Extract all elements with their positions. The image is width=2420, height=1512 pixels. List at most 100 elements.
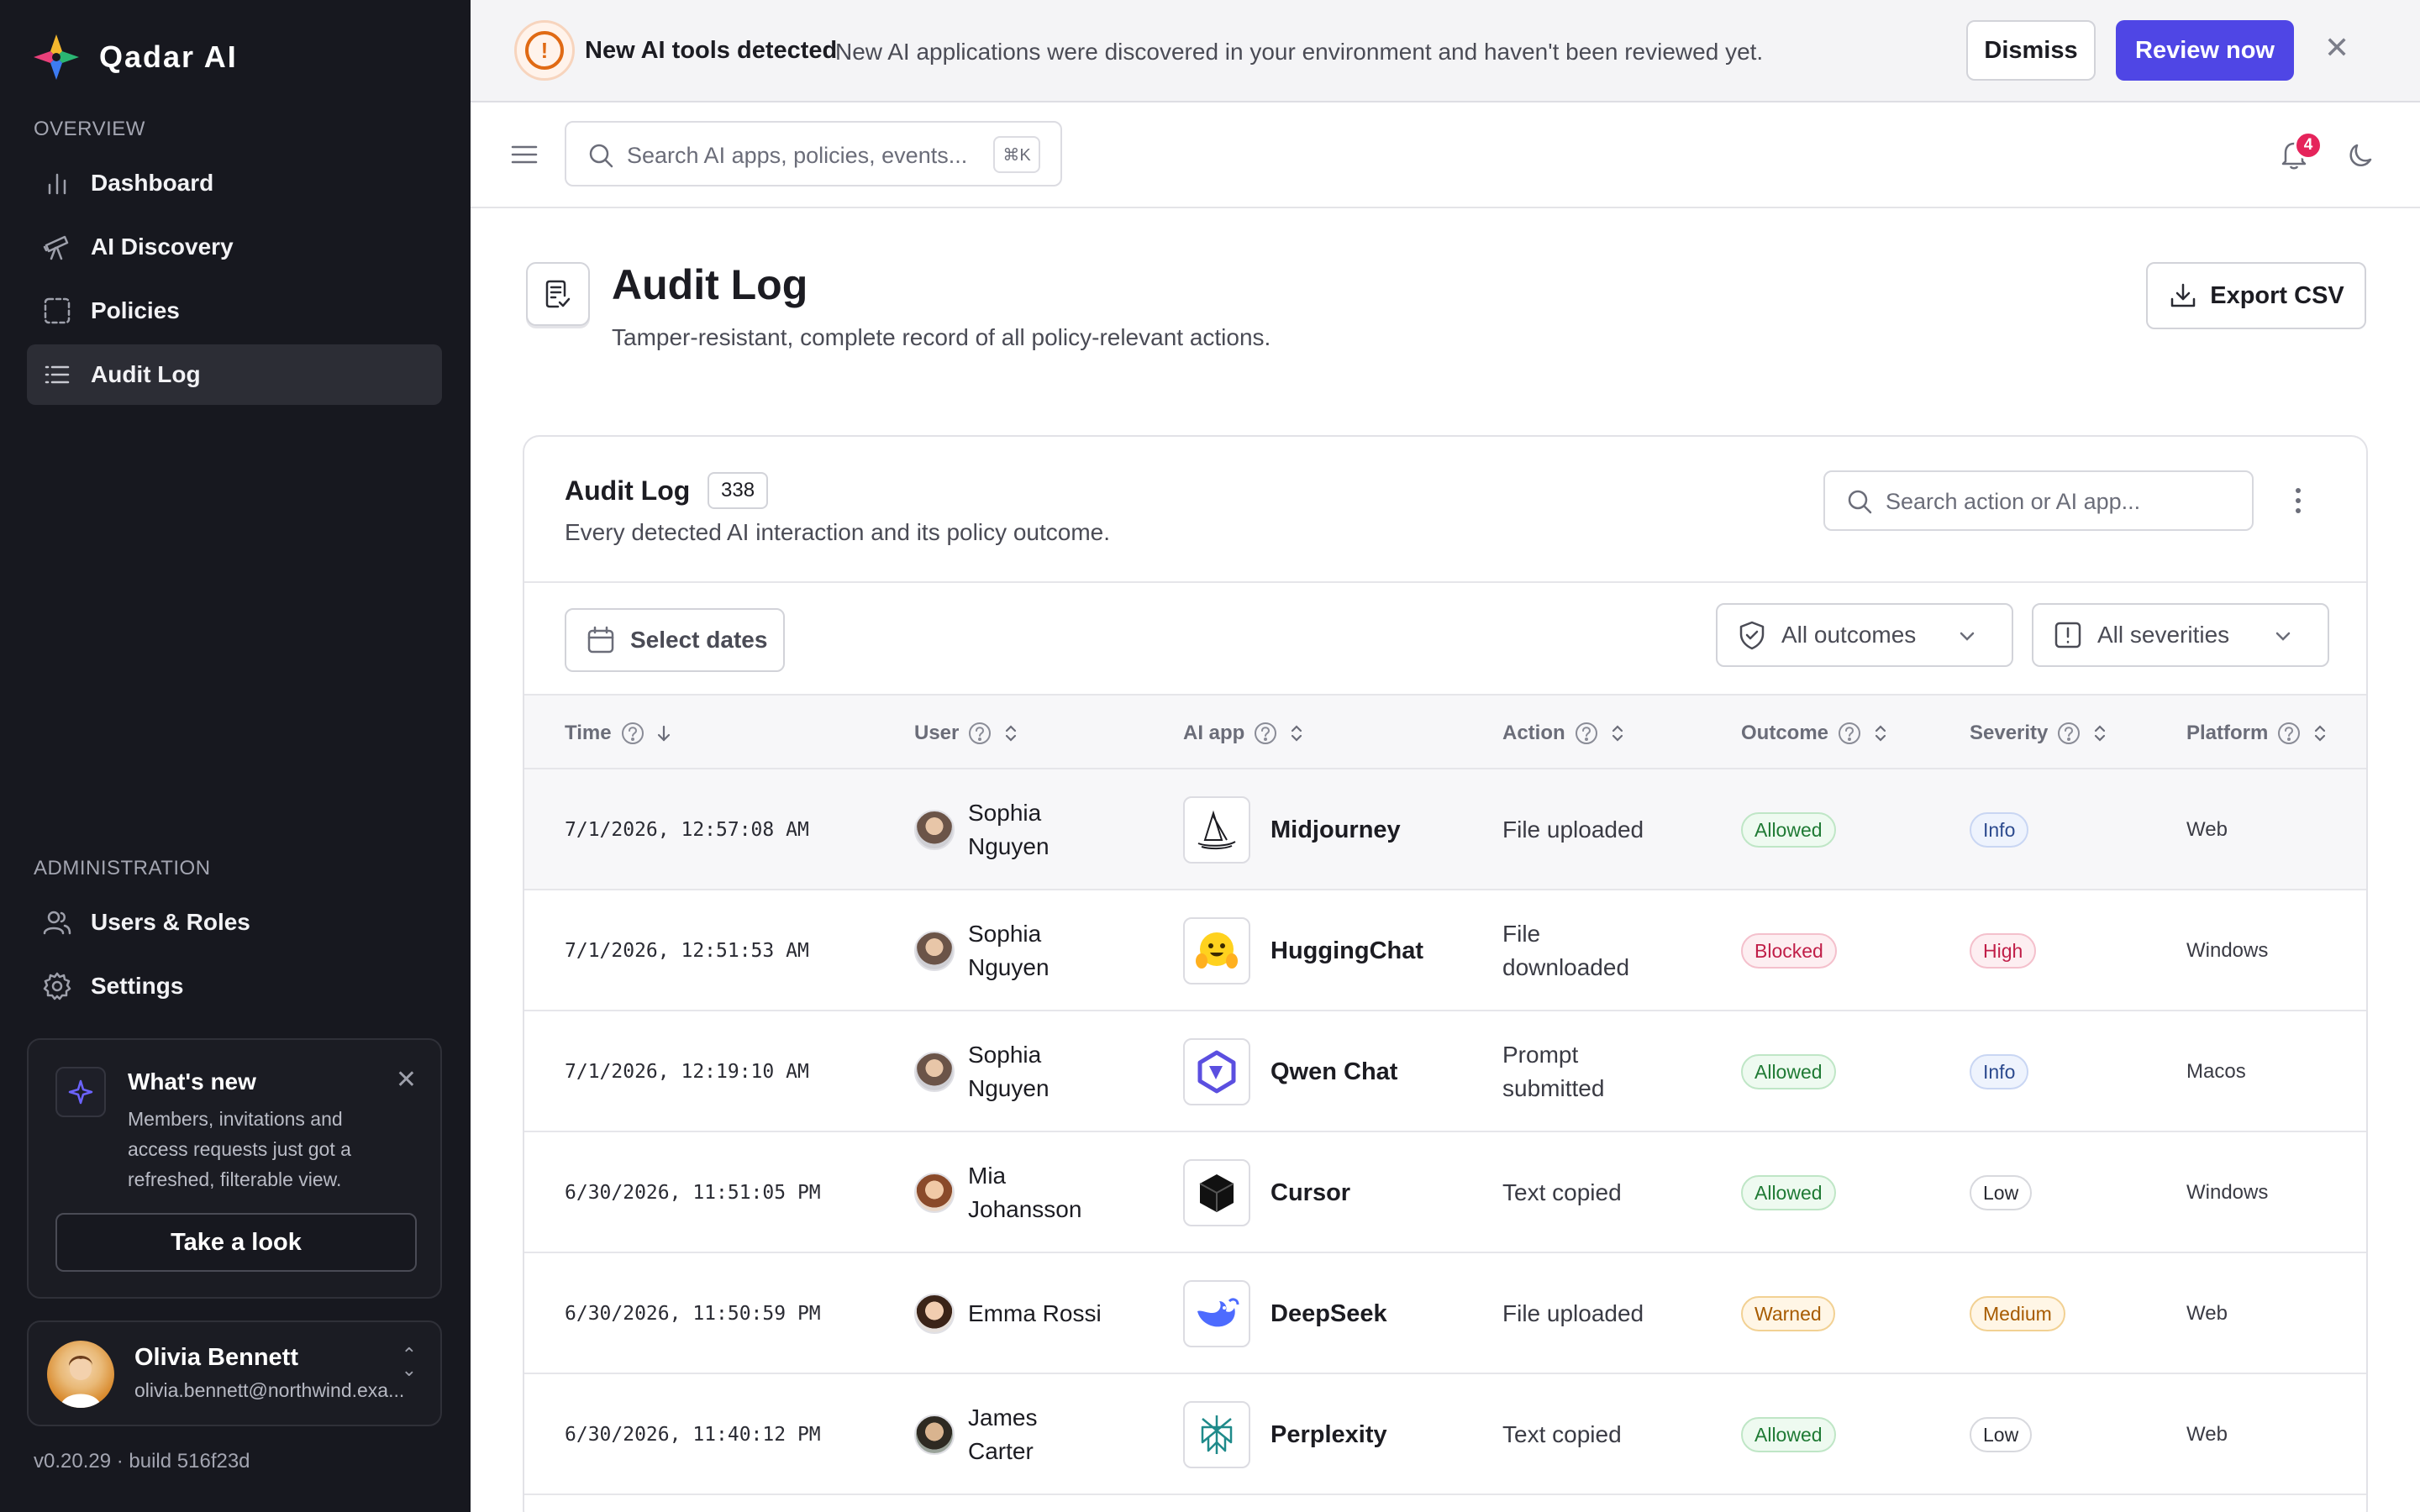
banner-text: New AI applications were discovered in y… <box>835 39 1764 65</box>
sidebar-item-ai-discovery[interactable]: AI Discovery <box>27 217 442 277</box>
severity-badge: Low <box>1970 1417 2033 1452</box>
list-icon <box>42 360 72 390</box>
close-icon[interactable]: ✕ <box>396 1065 417 1095</box>
avatar <box>914 931 955 971</box>
outcome-badge: Allowed <box>1741 1175 1836 1210</box>
app-name: DeepSeek <box>1270 1299 1387 1327</box>
sort-icon[interactable] <box>2310 723 2330 743</box>
user-cell: Sophia Nguyen <box>914 769 1060 890</box>
app-name: Cursor <box>1270 1179 1351 1206</box>
sidebar-item-label: Audit Log <box>91 361 201 387</box>
table-row[interactable]: 6/30/2026, 11:40:12 PM James Carter Perp… <box>524 1374 2366 1495</box>
sidebar-item-policies[interactable]: Policies <box>27 281 442 341</box>
app-name: Perplexity <box>1270 1420 1387 1448</box>
export-csv-button[interactable]: Export CSV <box>2146 262 2366 329</box>
export-csv-label: Export CSV <box>2210 281 2344 309</box>
sidebar-item-label: Users & Roles <box>91 909 250 935</box>
brand[interactable]: Qadar AI <box>32 32 238 82</box>
column-header-outcome[interactable]: Outcome <box>1741 721 1891 746</box>
sort-icon[interactable] <box>2090 723 2110 743</box>
table-row[interactable]: 6/30/2026, 11:50:59 PM Emma Rossi DeepSe… <box>524 1253 2366 1374</box>
sort-icon[interactable] <box>1870 723 1891 743</box>
avatar <box>914 1173 955 1213</box>
download-icon <box>2170 283 2196 307</box>
search-placeholder: Search AI apps, policies, events... <box>627 143 968 168</box>
column-header-severity[interactable]: Severity <box>1970 721 2110 746</box>
search-icon <box>589 144 613 168</box>
banner-title: New AI tools detected <box>585 37 838 64</box>
time-cell: 6/30/2026, 11:50:59 PM <box>565 1303 821 1325</box>
users-icon <box>42 907 72 937</box>
app-cell: Midjourney <box>1183 769 1401 890</box>
app-cell: Cursor <box>1183 1132 1350 1253</box>
action-cell: Text copied <box>1502 1179 1622 1205</box>
divider <box>524 581 2366 583</box>
severity-badge: Info <box>1970 812 2029 848</box>
column-header-platform[interactable]: Platform <box>2186 721 2330 746</box>
severity-cell: Low <box>1970 1132 2033 1253</box>
more-options-icon[interactable] <box>2287 484 2309 517</box>
action-cell: Text copied <box>1502 1421 1622 1447</box>
new-tools-banner: ! New AI tools detected New AI applicati… <box>471 0 2420 102</box>
sidebar-item-audit-log[interactable]: Audit Log <box>27 344 442 405</box>
outcome-badge: Allowed <box>1741 1054 1836 1089</box>
column-header-ai-app[interactable]: AI app <box>1183 721 1307 746</box>
app-cell: DeepSeek <box>1183 1253 1387 1374</box>
column-label: User <box>914 722 960 744</box>
record-count-badge: 338 <box>708 472 769 509</box>
sidebar-item-settings[interactable]: Settings <box>27 956 442 1016</box>
review-now-button[interactable]: Review now <box>2116 20 2294 81</box>
notification-count-badge: 4 <box>2294 131 2323 160</box>
page-subtitle: Tamper-resistant, complete record of all… <box>612 324 1271 350</box>
outcome-badge: Blocked <box>1741 933 1837 969</box>
table-row[interactable]: 7/1/2026, 12:51:53 AM Sophia Nguyen Hugg… <box>524 890 2366 1011</box>
outcome-filter-select[interactable]: All outcomes <box>1716 603 2013 667</box>
sort-icon[interactable] <box>1607 723 1628 743</box>
close-icon[interactable]: ✕ <box>2324 30 2349 66</box>
qadar-logo-icon <box>32 33 81 81</box>
table-row[interactable]: 6/30/2026, 11:51:05 PM Mia Johansson Cur… <box>524 1132 2366 1253</box>
table-search-input[interactable]: Search action or AI app... <box>1823 470 2254 531</box>
sidebar-item-users-roles[interactable]: Users & Roles <box>27 892 442 953</box>
sidebar-item-dashboard[interactable]: Dashboard <box>27 153 442 213</box>
user-name: Olivia Bennett <box>134 1344 298 1371</box>
select-dates-button[interactable]: Select dates <box>565 608 785 672</box>
outcome-filter-label: All outcomes <box>1781 622 1917 648</box>
user-name: James Carter <box>968 1404 1038 1464</box>
moon-icon[interactable] <box>2344 138 2378 171</box>
user-name: Mia Johansson <box>968 1163 1082 1222</box>
sort-icon[interactable] <box>1001 723 1021 743</box>
help-icon <box>1255 722 1277 744</box>
policy-frame-icon <box>42 296 72 326</box>
global-search-input[interactable]: Search AI apps, policies, events... ⌘K <box>565 121 1062 186</box>
outcome-badge: Allowed <box>1741 812 1836 848</box>
whats-new-title: What's new <box>128 1068 256 1095</box>
severity-cell: Info <box>1970 1011 2029 1132</box>
platform-cell: Web <box>2186 818 2228 841</box>
menu-icon[interactable] <box>509 139 539 170</box>
outcome-badge: Warned <box>1741 1296 1835 1331</box>
platform-cell: Windows <box>2186 1181 2269 1204</box>
column-header-time[interactable]: Time <box>565 721 674 746</box>
column-label: Action <box>1502 722 1565 744</box>
table-header: Time User AI app Action Outcome Severity <box>524 694 2366 769</box>
app-name: Qwen Chat <box>1270 1058 1398 1085</box>
user-menu[interactable]: Olivia Bennett olivia.bennett@northwind.… <box>27 1320 442 1426</box>
dismiss-button[interactable]: Dismiss <box>1966 20 2096 81</box>
severity-cell: High <box>1970 890 2037 1011</box>
help-icon <box>969 722 992 744</box>
select-dates-label: Select dates <box>630 627 768 653</box>
user-name: Sophia Nguyen <box>968 1042 1050 1101</box>
sort-icon[interactable] <box>1286 723 1307 743</box>
column-header-action[interactable]: Action <box>1502 721 1628 746</box>
time-cell: 7/1/2026, 12:57:08 AM <box>565 819 809 841</box>
severity-filter-select[interactable]: All severities <box>2032 603 2329 667</box>
column-header-user[interactable]: User <box>914 721 1021 746</box>
app-name: HuggingChat <box>1270 937 1424 964</box>
sort-desc-icon[interactable] <box>654 723 674 743</box>
take-a-look-button[interactable]: Take a look <box>55 1213 417 1272</box>
table-row[interactable]: 7/1/2026, 12:57:08 AM Sophia Nguyen Midj… <box>524 769 2366 890</box>
perplexity-logo-icon <box>1183 1401 1250 1468</box>
user-cell: James Carter <box>914 1374 1060 1495</box>
table-row[interactable]: 7/1/2026, 12:19:10 AM Sophia Nguyen Qwen… <box>524 1011 2366 1132</box>
